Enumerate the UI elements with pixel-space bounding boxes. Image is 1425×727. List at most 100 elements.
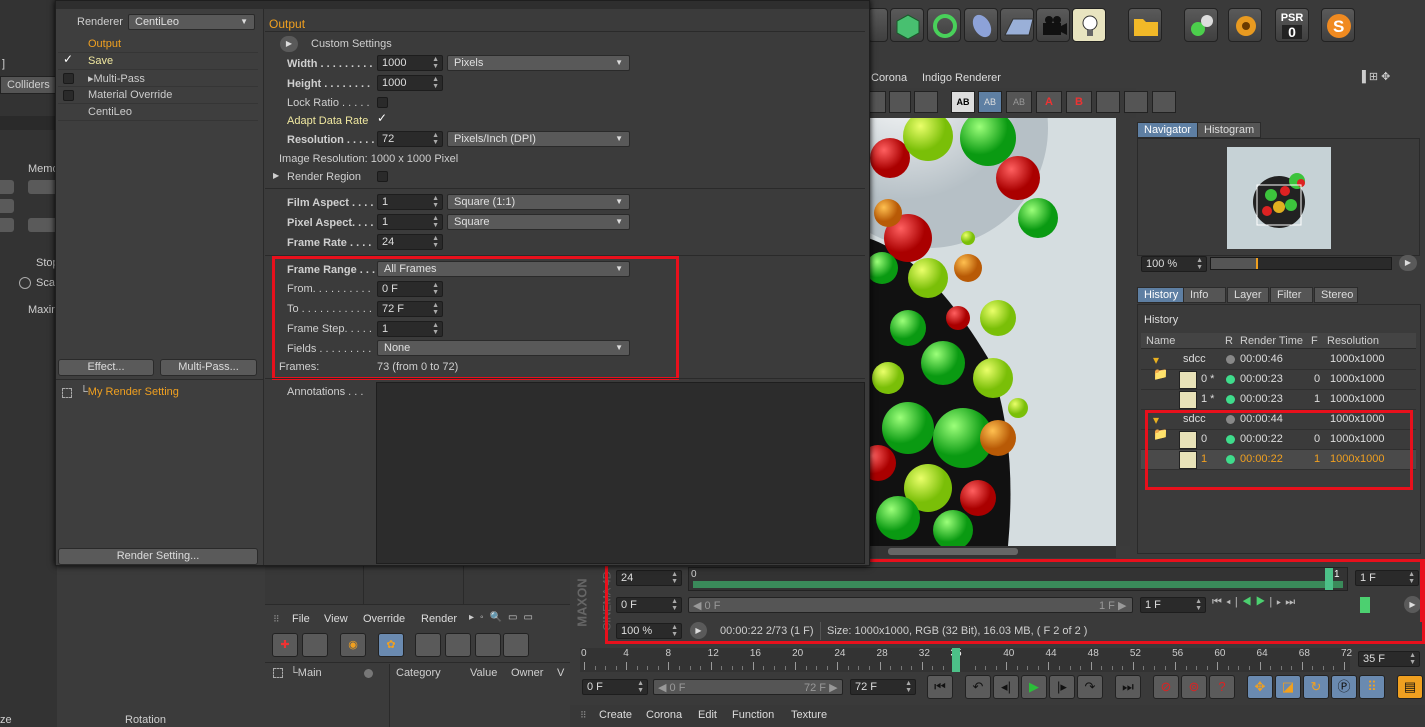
settings-icon[interactable] bbox=[1228, 8, 1262, 42]
resolution-field[interactable]: 72 ▲ ▼ bbox=[377, 131, 443, 147]
menu-texture[interactable]: Texture bbox=[791, 709, 827, 721]
next-key-icon[interactable]: ↷ bbox=[1077, 675, 1103, 699]
om-header-icons[interactable]: ▸◦🔍▭▭ bbox=[469, 612, 569, 626]
renderer-dropdown[interactable]: CentiLeo bbox=[128, 14, 255, 30]
col-resolution[interactable]: Resolution bbox=[1327, 335, 1379, 347]
prev-key-icon[interactable]: ↶ bbox=[965, 675, 991, 699]
psr-icon[interactable]: PSR 0 bbox=[1275, 8, 1309, 42]
pv-tool-2[interactable] bbox=[889, 91, 911, 113]
history-row[interactable]: 0 * 00:00:23 0 1000x1000 bbox=[1141, 370, 1416, 390]
set-a-icon[interactable]: A bbox=[1036, 91, 1062, 113]
om-col-v[interactable]: V bbox=[557, 667, 564, 679]
cloner-icon[interactable] bbox=[1184, 8, 1218, 42]
render-region-checkbox[interactable] bbox=[377, 171, 388, 182]
tab-info[interactable]: Info bbox=[1183, 287, 1226, 303]
om-tool-icon-7[interactable] bbox=[475, 633, 501, 657]
menu-create[interactable]: Create bbox=[599, 709, 632, 721]
prev-frame-icon[interactable]: ◂| bbox=[993, 675, 1019, 699]
width-field[interactable]: 1000 ▲ ▼ bbox=[377, 55, 443, 71]
light-icon[interactable] bbox=[1072, 8, 1106, 42]
set-b-icon[interactable]: B bbox=[1066, 91, 1092, 113]
zoom-slider-handle[interactable] bbox=[1256, 258, 1258, 269]
col-r[interactable]: R bbox=[1225, 335, 1233, 347]
om-col-owner[interactable]: Owner bbox=[511, 667, 543, 679]
om-col-category[interactable]: Category bbox=[396, 667, 441, 679]
material-icon[interactable] bbox=[964, 8, 998, 42]
camera-icon[interactable] bbox=[1036, 8, 1070, 42]
annotations-textarea[interactable] bbox=[376, 382, 865, 564]
tool-icon-partial[interactable] bbox=[868, 8, 888, 42]
tab-stereo[interactable]: Stereo bbox=[1314, 287, 1358, 303]
render-region-expand-icon[interactable]: ▶ bbox=[273, 171, 279, 180]
pixel-aspect-dropdown[interactable]: Square bbox=[447, 214, 630, 230]
parameter-key-icon[interactable]: Ⓟ bbox=[1331, 675, 1357, 699]
tree-item-centileo[interactable]: CentiLeo bbox=[58, 104, 258, 121]
folder-icon[interactable] bbox=[1128, 8, 1162, 42]
navigator-zoom-field[interactable]: 100 % ▲ ▼ bbox=[1141, 256, 1207, 272]
om-menu-file[interactable]: File bbox=[292, 613, 310, 625]
tree-item-save[interactable]: Save bbox=[58, 52, 258, 70]
timeline-start-field[interactable]: 0 F ▲ ▼ bbox=[582, 679, 648, 695]
scale-key-icon[interactable]: ◪ bbox=[1275, 675, 1301, 699]
width-unit-dropdown[interactable]: Pixels bbox=[447, 55, 630, 71]
om-tool-icon-8[interactable] bbox=[503, 633, 529, 657]
om-main-dot[interactable] bbox=[364, 669, 373, 678]
pv-tool-5[interactable] bbox=[1124, 91, 1148, 113]
col-f[interactable]: F bbox=[1311, 335, 1318, 347]
om-main-label[interactable]: └Main bbox=[290, 667, 322, 679]
menu-corona[interactable]: Corona bbox=[646, 709, 682, 721]
ab-compare-icon[interactable]: AB bbox=[978, 91, 1002, 113]
film-aspect-dropdown[interactable]: Square (1:1) bbox=[447, 194, 630, 210]
om-menu-view[interactable]: View bbox=[324, 613, 348, 625]
menu-edit[interactable]: Edit bbox=[698, 709, 717, 721]
pv-scroll-thumb[interactable] bbox=[888, 548, 1018, 555]
lock-ratio-checkbox[interactable] bbox=[377, 97, 388, 108]
pv-tool-1[interactable] bbox=[868, 91, 886, 113]
position-key-icon[interactable]: ✥ bbox=[1247, 675, 1273, 699]
om-col-value[interactable]: Value bbox=[470, 667, 497, 679]
script-icon[interactable]: S bbox=[1321, 8, 1355, 42]
pixel-aspect-field[interactable]: 1 ▲ ▼ bbox=[377, 214, 443, 230]
om-menu-render[interactable]: Render bbox=[421, 613, 457, 625]
floor-icon[interactable] bbox=[1000, 8, 1034, 42]
om-menu-override[interactable]: Override bbox=[363, 613, 405, 625]
play-icon[interactable]: ▶ bbox=[1021, 675, 1047, 699]
history-row[interactable]: ▾📁 sdcc 00:00:46 1000x1000 bbox=[1141, 350, 1416, 381]
left-button-4[interactable] bbox=[0, 218, 14, 232]
tree-item-output[interactable]: Output bbox=[58, 36, 258, 53]
current-frame-field[interactable]: 35 F ▲ ▼ bbox=[1358, 651, 1420, 667]
history-row[interactable]: 1 * 00:00:23 1 1000x1000 bbox=[1141, 390, 1416, 410]
col-render-time[interactable]: Render Time bbox=[1240, 335, 1303, 347]
pla-key-icon[interactable]: ⠿ bbox=[1359, 675, 1385, 699]
main-timeline-ruler[interactable]: 04812162024283235404448525660646872 bbox=[580, 648, 1352, 672]
tree-checkbox-2[interactable] bbox=[63, 73, 74, 84]
left-button-3[interactable] bbox=[0, 199, 14, 213]
om-clapper-icon[interactable] bbox=[415, 633, 441, 657]
frame-rate-field[interactable]: 24 ▲ ▼ bbox=[377, 234, 443, 250]
menu-function[interactable]: Function bbox=[732, 709, 774, 721]
dialog-titlebar[interactable] bbox=[56, 1, 869, 9]
bottom-grip-icon[interactable]: ⠿ bbox=[580, 710, 590, 720]
keyframe-selection-icon[interactable]: ? bbox=[1209, 675, 1235, 699]
navigator-thumbnail[interactable] bbox=[1227, 147, 1331, 249]
tree-item-material-override[interactable]: Material Override bbox=[58, 87, 258, 104]
autokey-icon[interactable]: ⊚ bbox=[1181, 675, 1207, 699]
tab-navigator[interactable]: Navigator bbox=[1137, 122, 1199, 138]
timeline-end-field[interactable]: 72 F ▲ ▼ bbox=[850, 679, 916, 695]
om-new-take-icon[interactable]: ✚ bbox=[272, 633, 298, 657]
pv-menu-indigo[interactable]: Indigo Renderer bbox=[922, 72, 1001, 84]
pv-window-icons[interactable]: ▐ ⊞ ✥ bbox=[1358, 70, 1423, 84]
pv-tool-6[interactable] bbox=[1152, 91, 1176, 113]
tab-histogram[interactable]: Histogram bbox=[1197, 122, 1262, 138]
rotation-key-icon[interactable]: ↻ bbox=[1303, 675, 1329, 699]
record-keys-icon[interactable]: ⊘ bbox=[1153, 675, 1179, 699]
ab-split-icon[interactable]: AB bbox=[1006, 91, 1032, 113]
render-setting-button[interactable]: Render Setting... bbox=[58, 548, 258, 565]
pv-horizontal-scrollbar[interactable] bbox=[868, 546, 1116, 558]
tab-filter[interactable]: Filter bbox=[1270, 287, 1313, 303]
om-group-icon[interactable]: ✿ bbox=[378, 633, 404, 657]
timeline-playhead[interactable] bbox=[952, 648, 960, 672]
om-override-icon[interactable]: ◉ bbox=[340, 633, 366, 657]
multipass-button[interactable]: Multi-Pass... bbox=[160, 359, 257, 376]
timeline-window-icon[interactable]: ▤ bbox=[1397, 675, 1423, 699]
